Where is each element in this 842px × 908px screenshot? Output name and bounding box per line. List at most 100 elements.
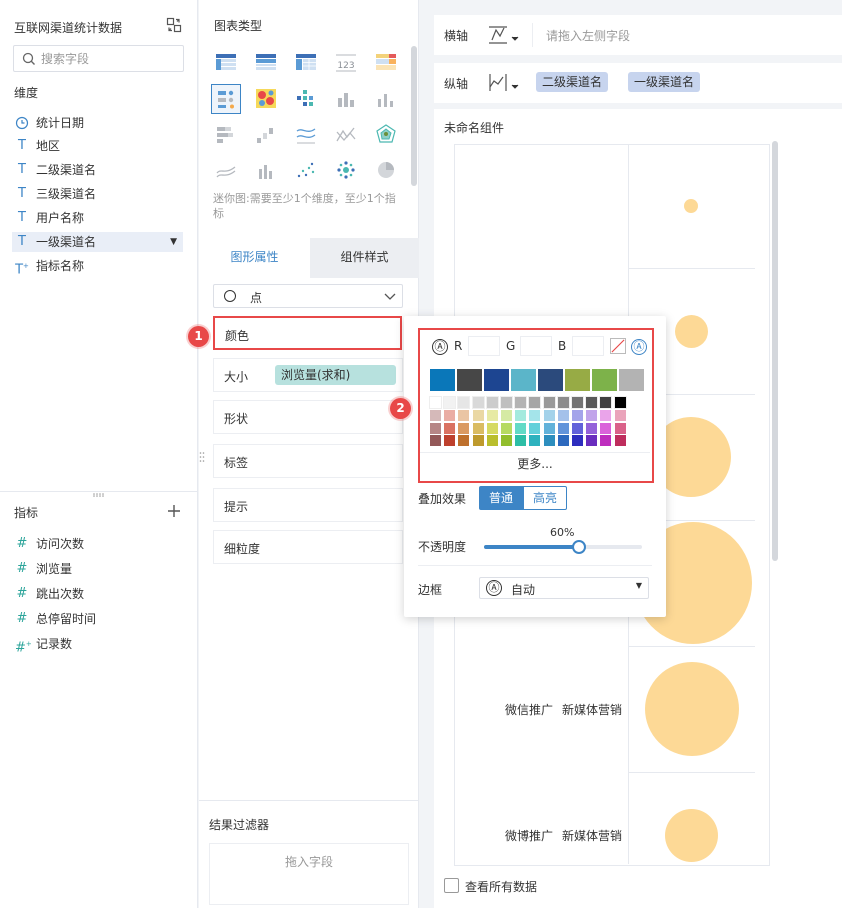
drag-handle-icon[interactable] bbox=[92, 493, 106, 497]
palette-color-swatch[interactable] bbox=[443, 396, 457, 409]
theme-color-swatch[interactable] bbox=[430, 369, 455, 391]
chart-type-option[interactable] bbox=[251, 156, 281, 186]
palette-color-swatch[interactable] bbox=[486, 422, 498, 434]
y-axis-field-pill[interactable]: 一级渠道名 bbox=[628, 72, 701, 92]
bubble-mark[interactable] bbox=[665, 809, 718, 862]
palette-color-swatch[interactable] bbox=[542, 396, 556, 409]
tab-component-style[interactable]: 组件样式 bbox=[310, 238, 419, 278]
palette-color-swatch[interactable] bbox=[514, 396, 528, 409]
more-colors-button[interactable]: 更多... bbox=[420, 452, 650, 474]
palette-color-swatch[interactable] bbox=[471, 396, 485, 409]
palette-color-swatch[interactable] bbox=[613, 396, 627, 409]
chart-type-option[interactable] bbox=[371, 48, 401, 78]
auto-color-icon[interactable]: Ⓐ bbox=[432, 339, 448, 355]
metric-field[interactable]: # 跳出次数 bbox=[12, 584, 183, 604]
palette-color-swatch[interactable] bbox=[572, 422, 583, 434]
chart-type-option[interactable] bbox=[211, 156, 241, 186]
bubble-mark[interactable] bbox=[675, 315, 708, 348]
opacity-slider-track[interactable] bbox=[484, 545, 642, 549]
palette-color-swatch[interactable] bbox=[444, 409, 456, 421]
y-axis-type-icon[interactable] bbox=[487, 72, 521, 94]
theme-color-swatch[interactable] bbox=[592, 369, 617, 391]
x-axis-type-icon[interactable] bbox=[487, 24, 521, 46]
filter-drop-zone[interactable]: 拖入字段 bbox=[209, 843, 409, 905]
palette-color-swatch[interactable] bbox=[458, 422, 470, 434]
chart-type-option[interactable] bbox=[331, 120, 361, 150]
bubble-mark[interactable] bbox=[684, 199, 698, 213]
palette-color-swatch[interactable] bbox=[486, 409, 498, 421]
palette-color-swatch[interactable] bbox=[614, 422, 626, 434]
mark-type-select[interactable]: 点 bbox=[213, 284, 403, 308]
palette-color-swatch[interactable] bbox=[543, 435, 555, 447]
theme-color-swatch[interactable] bbox=[511, 369, 536, 391]
show-all-checkbox[interactable] bbox=[444, 878, 459, 893]
palette-color-swatch[interactable] bbox=[600, 435, 612, 447]
palette-color-swatch[interactable] bbox=[571, 396, 584, 409]
palette-color-swatch[interactable] bbox=[515, 409, 527, 421]
palette-color-swatch[interactable] bbox=[429, 396, 442, 409]
shape-property[interactable]: 形状 bbox=[213, 400, 403, 434]
palette-color-swatch[interactable] bbox=[529, 435, 541, 447]
palette-color-swatch[interactable] bbox=[485, 396, 499, 409]
palette-color-swatch[interactable] bbox=[458, 435, 470, 447]
palette-color-swatch[interactable] bbox=[430, 435, 441, 447]
theme-color-swatch[interactable] bbox=[565, 369, 590, 391]
dimension-field[interactable]: T 二级渠道名 bbox=[12, 160, 183, 180]
dimension-field[interactable]: T 地区 bbox=[12, 136, 183, 156]
palette-color-swatch[interactable] bbox=[430, 422, 441, 434]
widget-title[interactable]: 未命名组件 bbox=[444, 119, 504, 136]
palette-color-swatch[interactable] bbox=[444, 435, 456, 447]
chart-type-option[interactable] bbox=[211, 84, 241, 114]
opacity-slider-thumb[interactable] bbox=[571, 540, 586, 554]
palette-color-swatch[interactable] bbox=[472, 435, 484, 447]
auto-color-select-icon[interactable]: Ⓐ bbox=[631, 339, 647, 355]
palette-color-swatch[interactable] bbox=[614, 409, 626, 421]
palette-color-swatch[interactable] bbox=[600, 409, 612, 421]
chart-type-option[interactable] bbox=[371, 156, 401, 186]
palette-color-swatch[interactable] bbox=[472, 422, 484, 434]
panel-resize-handle-icon[interactable] bbox=[199, 450, 205, 466]
theme-color-swatch[interactable] bbox=[484, 369, 509, 391]
overlay-normal-button[interactable]: 普通 bbox=[479, 486, 523, 510]
chart-type-option[interactable] bbox=[251, 48, 281, 78]
chart-type-option[interactable] bbox=[331, 156, 361, 186]
chart-type-option[interactable]: 123 bbox=[331, 48, 361, 78]
palette-color-swatch[interactable] bbox=[472, 409, 484, 421]
chart-type-option[interactable] bbox=[291, 120, 321, 150]
metric-field[interactable]: # 浏览量 bbox=[12, 559, 183, 579]
dimension-field[interactable]: T 三级渠道名 bbox=[12, 184, 183, 204]
r-input[interactable] bbox=[468, 336, 500, 356]
dimension-field[interactable]: T 用户名称 bbox=[12, 208, 183, 228]
switch-dataset-icon[interactable] bbox=[166, 17, 182, 33]
palette-color-swatch[interactable] bbox=[586, 409, 598, 421]
palette-color-swatch[interactable] bbox=[614, 435, 626, 447]
dimension-field-selected[interactable]: T 一级渠道名 ▼ bbox=[12, 232, 183, 252]
color-property[interactable]: 颜色 bbox=[213, 316, 402, 350]
palette-color-swatch[interactable] bbox=[500, 396, 513, 409]
palette-color-swatch[interactable] bbox=[444, 422, 456, 434]
palette-color-swatch[interactable] bbox=[430, 409, 441, 421]
theme-color-swatch[interactable] bbox=[619, 369, 644, 391]
palette-color-swatch[interactable] bbox=[586, 422, 598, 434]
theme-color-swatch[interactable] bbox=[457, 369, 482, 391]
chart-scrollbar[interactable] bbox=[772, 141, 778, 561]
palette-color-swatch[interactable] bbox=[458, 409, 470, 421]
palette-color-swatch[interactable] bbox=[543, 409, 555, 421]
palette-color-swatch[interactable] bbox=[529, 422, 541, 434]
b-input[interactable] bbox=[572, 336, 604, 356]
dimension-field[interactable]: T+ 指标名称 bbox=[12, 256, 183, 277]
palette-color-swatch[interactable] bbox=[501, 409, 512, 421]
x-axis-placeholder[interactable]: 请拖入左侧字段 bbox=[546, 27, 630, 44]
palette-color-swatch[interactable] bbox=[501, 422, 512, 434]
bubble-mark[interactable] bbox=[645, 662, 739, 756]
chart-type-option[interactable] bbox=[251, 84, 281, 114]
y-axis-field-pill[interactable]: 二级渠道名 bbox=[536, 72, 609, 92]
palette-color-swatch[interactable] bbox=[586, 435, 598, 447]
palette-color-swatch[interactable] bbox=[572, 435, 583, 447]
border-select[interactable]: Ⓐ 自动 ▼ bbox=[479, 577, 649, 599]
caret-down-icon[interactable]: ▼ bbox=[170, 232, 177, 252]
metric-field[interactable]: #+ 记录数 bbox=[12, 634, 183, 655]
palette-color-swatch[interactable] bbox=[515, 435, 527, 447]
palette-color-swatch[interactable] bbox=[556, 396, 570, 409]
theme-color-swatch[interactable] bbox=[538, 369, 563, 391]
